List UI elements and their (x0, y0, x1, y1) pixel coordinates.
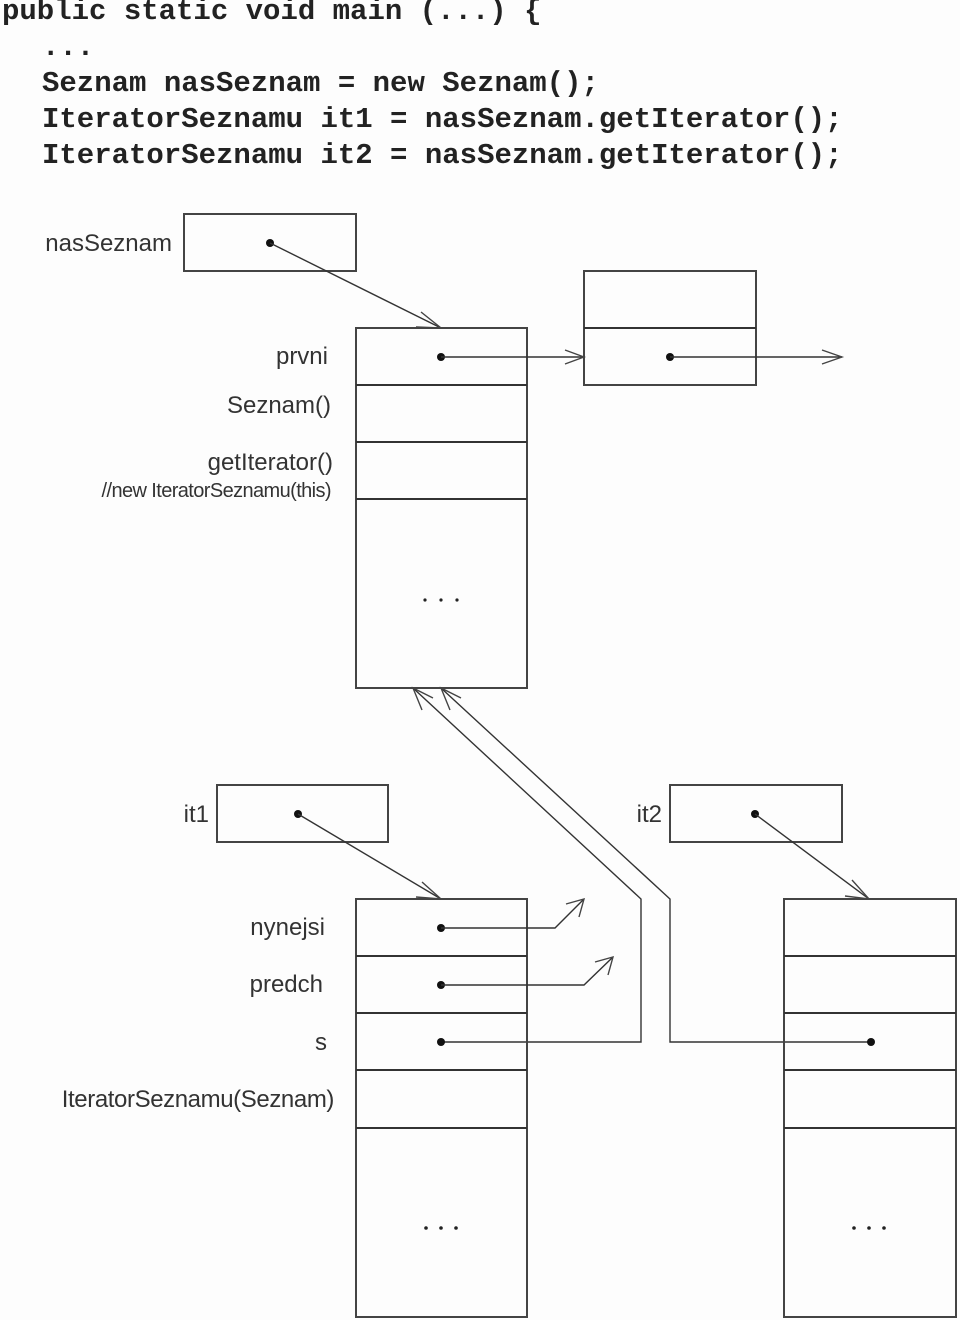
iterator2-ellipsis-dot (867, 1226, 871, 1230)
it1-variable: it1 (184, 784, 444, 900)
it2-label: it2 (637, 801, 662, 828)
seznam-ellipsis-dot (439, 598, 443, 602)
it2-pointer-line (754, 813, 870, 900)
memory-diagram: nasSeznam prvni Seznam() getIterator() /… (45, 213, 957, 1318)
it2-variable: it2 (637, 784, 871, 900)
nasSeznam-label: nasSeznam (45, 230, 172, 257)
nasSeznam-arrowhead (415, 311, 444, 329)
method-getiterator-label: getIterator() (208, 449, 333, 476)
iterator2-ellipsis-dot (882, 1226, 886, 1230)
iterator1-box (355, 898, 528, 1318)
it2-s-pointer-line (440, 687, 871, 1043)
it1-label: it1 (184, 801, 209, 828)
it1-s-pointer-dot (437, 1038, 445, 1046)
iterator1-ellipsis-dot (454, 1226, 458, 1230)
iterator-back-pointers (411, 686, 871, 1043)
method-seznam-label: Seznam() (227, 392, 331, 419)
nynejsi-pointer-line (441, 898, 585, 929)
it2-s-pointer-dot (867, 1038, 875, 1046)
field-s-label: s (315, 1029, 327, 1056)
iterator2-ellipsis-dot (852, 1226, 856, 1230)
nasSeznam-variable: nasSeznam (45, 213, 444, 329)
field-nynejsi-label: nynejsi (250, 914, 325, 941)
iterator1-ellipsis-dot (439, 1226, 443, 1230)
constructor-label: IteratorSeznamu(Seznam) (62, 1086, 334, 1113)
seznam-ellipsis-dot (423, 598, 427, 602)
iterator-object-2 (783, 898, 957, 1318)
iterator-object-1: nynejsi predch s IteratorSeznamu(Seznam) (62, 897, 615, 1318)
list-node (583, 270, 845, 386)
it1-box (216, 784, 389, 843)
seznam-object-box (355, 327, 528, 689)
iterator1-ellipsis-dot (424, 1226, 428, 1230)
it1-arrowhead (415, 881, 444, 900)
getiterator-comment: //new IteratorSeznamu(this) (102, 480, 331, 502)
seznam-object: prvni Seznam() getIterator() //new Itera… (102, 327, 587, 689)
seznam-ellipsis-dot (455, 598, 459, 602)
field-predch-label: predch (250, 971, 323, 998)
it1-pointer-line (297, 813, 442, 900)
iterator2-box (783, 898, 957, 1318)
field-prvni-label: prvni (276, 343, 328, 370)
